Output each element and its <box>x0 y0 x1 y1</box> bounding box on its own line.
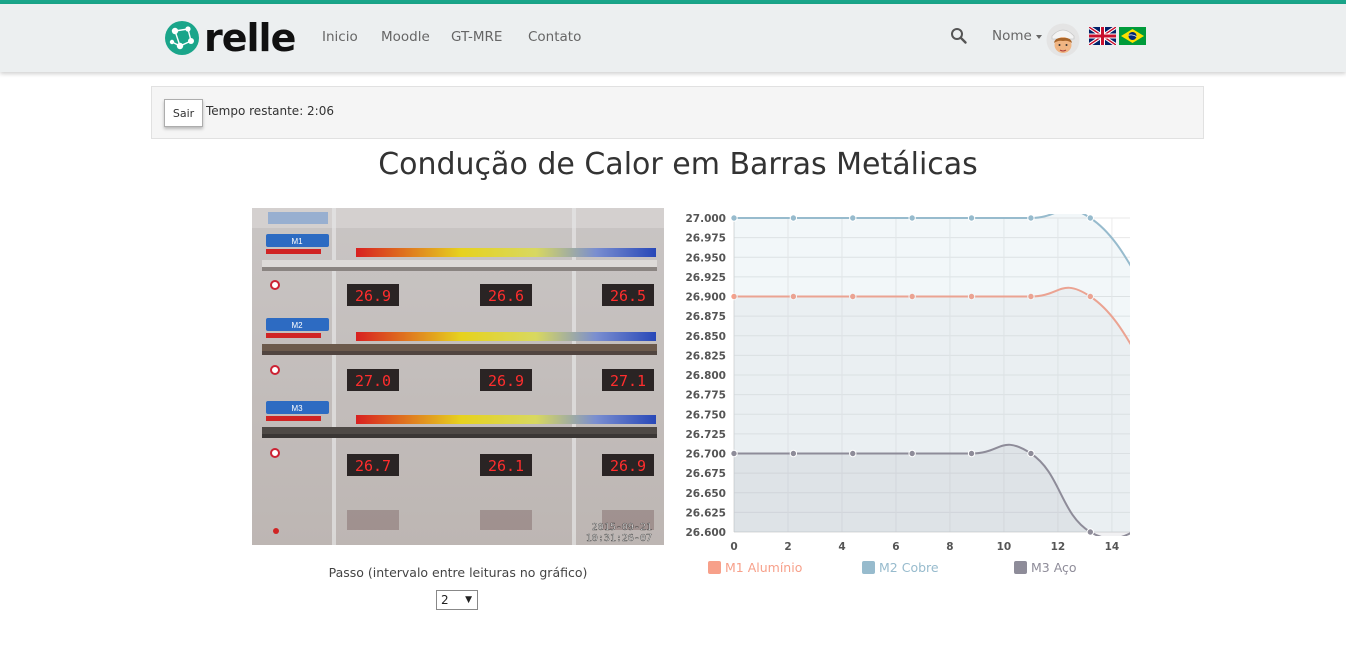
y-tick-label: 27.000 <box>685 213 726 225</box>
bar-label: M2 <box>291 321 303 330</box>
user-name: Nome <box>992 28 1032 44</box>
camera-time: 10:31:26-07 <box>586 533 652 544</box>
legend-swatch <box>708 561 721 574</box>
data-point <box>730 214 738 222</box>
data-point <box>908 449 916 458</box>
nav-link-contato[interactable]: Contato <box>528 28 581 46</box>
x-tick-label: 14 <box>1105 541 1120 553</box>
camera-date: 2015-09-21 <box>592 522 652 533</box>
y-tick-label: 26.875 <box>685 311 726 323</box>
y-tick-label: 26.775 <box>685 390 726 402</box>
uk-flag-icon[interactable] <box>1089 27 1116 45</box>
data-point <box>967 449 976 458</box>
data-point <box>849 449 857 458</box>
data-point <box>730 449 738 458</box>
y-tick-label: 26.625 <box>685 507 726 519</box>
bar-label: M3 <box>291 404 303 413</box>
data-point <box>849 214 857 222</box>
y-tick-label: 26.925 <box>685 272 726 284</box>
user-menu[interactable]: Nome <box>992 28 1042 44</box>
y-tick-label: 26.700 <box>685 449 726 461</box>
navbar: relle Inicio Moodle GT-MRE Contato Nome <box>0 4 1346 72</box>
legend-swatch <box>862 561 875 574</box>
data-point <box>908 214 916 222</box>
t3-reading: 26.9 <box>610 457 646 475</box>
x-tick-label: 8 <box>946 541 953 553</box>
chevron-down-icon: ▼ <box>465 595 472 605</box>
nav-link-moodle[interactable]: Moodle <box>381 28 430 46</box>
y-tick-label: 26.750 <box>685 409 726 421</box>
y-tick-label: 26.675 <box>685 468 726 480</box>
step-select[interactable]: 2 ▼ <box>436 590 478 610</box>
step-label: Passo (intervalo entre leituras no gráfi… <box>328 565 588 580</box>
y-tick-label: 26.850 <box>685 331 726 343</box>
legend-label: M3 Aço <box>1031 560 1077 575</box>
x-tick-label: 0 <box>730 541 737 553</box>
data-point <box>789 214 798 222</box>
legend-item[interactable]: M1 Alumínio <box>708 560 802 575</box>
t3-reading: 27.1 <box>610 372 646 390</box>
time-remaining: Tempo restante: 2:06 <box>206 104 334 118</box>
nav-link-gt-mre[interactable]: GT-MRE <box>451 28 502 46</box>
y-tick-label: 26.950 <box>685 252 726 264</box>
data-point <box>1027 449 1035 458</box>
temperature-chart: 27.000 26.975 26.950 26.925 26.900 26.875 26.8… <box>685 213 1130 553</box>
data-point <box>1086 528 1095 536</box>
data-point <box>789 449 798 458</box>
experiment-camera-image: M1 26.9 26.6 26.5 M2 27.0 26.9 27.1 M3 2… <box>252 208 664 545</box>
data-point <box>967 214 976 222</box>
x-tick-label: 10 <box>997 541 1012 553</box>
data-point <box>1027 214 1035 222</box>
chevron-down-icon <box>1035 35 1042 39</box>
t2-reading: 26.9 <box>488 372 524 390</box>
step-value: 2 <box>441 593 449 607</box>
data-point <box>1086 214 1095 222</box>
y-tick-label: 26.975 <box>685 233 726 245</box>
y-tick-label: 26.600 <box>685 527 726 539</box>
t1-reading: 27.0 <box>355 372 391 390</box>
page-title: Condução de Calor em Barras Metálicas <box>378 147 978 182</box>
relle-logo-icon <box>165 21 199 55</box>
x-tick-label: 2 <box>784 541 791 553</box>
y-tick-label: 26.800 <box>685 370 726 382</box>
brand-name: relle <box>204 16 296 60</box>
t1-reading: 26.9 <box>355 287 391 305</box>
legend-label: M1 Alumínio <box>725 560 803 575</box>
session-bar: Sair Tempo restante: 2:06 <box>151 86 1204 139</box>
t1-reading: 26.7 <box>355 457 391 475</box>
brand-logo[interactable]: relle <box>164 16 296 60</box>
y-tick-label: 26.825 <box>685 350 726 362</box>
x-tick-label: 4 <box>838 541 845 553</box>
legend-item[interactable]: M2 Cobre <box>862 560 939 575</box>
search-icon[interactable] <box>950 27 968 45</box>
t2-reading: 26.1 <box>488 457 524 475</box>
bar-label: M1 <box>291 237 303 246</box>
t3-reading: 26.5 <box>610 287 646 305</box>
avatar[interactable] <box>1046 22 1080 58</box>
y-tick-label: 26.725 <box>685 429 726 441</box>
nav-link-inicio[interactable]: Inicio <box>322 28 358 46</box>
x-tick-label: 12 <box>1051 541 1066 553</box>
x-tick-label: 6 <box>892 541 899 553</box>
t2-reading: 26.6 <box>488 287 524 305</box>
y-tick-label: 26.650 <box>685 488 726 500</box>
y-tick-label: 26.900 <box>685 292 726 304</box>
legend-label: M2 Cobre <box>879 560 939 575</box>
legend-swatch <box>1014 561 1027 574</box>
legend-item[interactable]: M3 Aço <box>1014 560 1077 575</box>
exit-button[interactable]: Sair <box>164 99 203 127</box>
brazil-flag-icon[interactable] <box>1119 27 1146 45</box>
